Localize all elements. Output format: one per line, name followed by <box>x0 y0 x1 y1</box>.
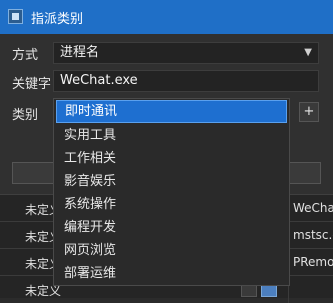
add-category-button[interactable]: + <box>299 102 319 122</box>
dropdown-item[interactable]: 实用工具 <box>56 124 287 147</box>
method-select[interactable]: 进程名 ▼ <box>53 42 319 64</box>
category-dropdown-list[interactable]: 即时通讯 实用工具 工作相关 影音娱乐 系统操作 编程开发 网页浏览 部署运维 <box>53 98 290 286</box>
window-title: 指派类别 <box>31 12 84 27</box>
dropdown-item[interactable]: 影音娱乐 <box>56 170 287 193</box>
dialog-button[interactable] <box>289 162 321 184</box>
keyword-input[interactable]: WeChat.exe <box>53 70 319 92</box>
dialog-button[interactable] <box>12 162 58 184</box>
chevron-down-icon: ▼ <box>304 47 312 58</box>
category-label: 类别 <box>12 108 39 123</box>
dropdown-item[interactable]: 部署运维 <box>56 262 287 285</box>
dropdown-item-selected[interactable]: 即时通讯 <box>56 100 287 123</box>
dropdown-item[interactable]: 工作相关 <box>56 147 287 170</box>
method-value: 进程名 <box>60 45 100 60</box>
dropdown-item[interactable]: 编程开发 <box>56 216 287 239</box>
app-icon <box>8 9 23 24</box>
keyword-label: 关键字 <box>12 77 52 92</box>
table-cell-process: PRemo <box>293 255 333 269</box>
table-cell-process: mstsc.e <box>293 228 333 242</box>
method-label: 方式 <box>12 48 39 63</box>
dropdown-item[interactable]: 系统操作 <box>56 193 287 216</box>
dropdown-item[interactable]: 网页浏览 <box>56 239 287 262</box>
table-cell-process: WeCha <box>293 201 333 215</box>
title-bar: 指派类别 <box>0 0 333 34</box>
